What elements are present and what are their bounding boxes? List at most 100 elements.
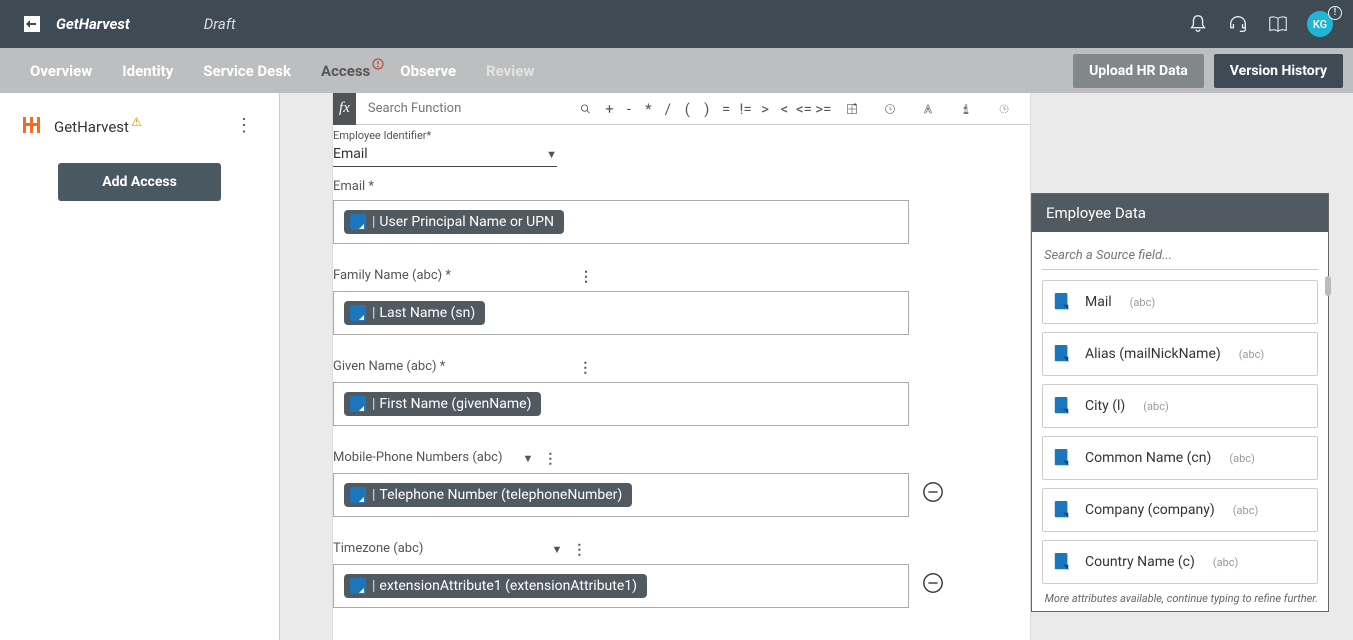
mobile-chip[interactable]: | Telephone Number (telephoneNumber): [344, 483, 632, 507]
source-item-type: (abc): [1239, 348, 1265, 361]
mobile-label: Mobile-Phone Numbers (abc): [333, 450, 502, 465]
field-given-name: Given Name (abc) * ⋮ | First Name (given…: [333, 359, 953, 450]
source-item-label: Common Name (cn): [1085, 450, 1211, 466]
op-plus[interactable]: +: [601, 93, 618, 125]
source-item-mail[interactable]: Mail (abc): [1042, 280, 1318, 324]
source-item-type: (abc): [1130, 296, 1156, 309]
field-menu-icon[interactable]: ⋮: [572, 542, 586, 558]
op-gte[interactable]: >=: [815, 93, 832, 125]
user-avatar[interactable]: KG !: [1307, 11, 1333, 37]
source-item-country[interactable]: Country Name (c) (abc): [1042, 540, 1318, 584]
add-access-button[interactable]: Add Access: [58, 163, 221, 201]
source-field-icon: [350, 487, 366, 503]
remove-icon[interactable]: [921, 480, 945, 504]
app-header: GetHarvest Draft KG !: [0, 0, 1353, 48]
field-menu-icon[interactable]: ⋮: [578, 360, 592, 376]
avatar-alert-badge: !: [1328, 6, 1342, 20]
source-item-type: (abc): [1143, 400, 1169, 413]
back-icon[interactable]: [20, 12, 44, 36]
search-icon[interactable]: [580, 99, 591, 119]
avatar-initials: KG: [1313, 18, 1327, 31]
font-icon[interactable]: [922, 98, 934, 120]
tab-service-desk[interactable]: Service Desk: [203, 62, 291, 80]
upload-hr-data-button[interactable]: Upload HR Data: [1073, 54, 1204, 88]
field-menu-icon[interactable]: ⋮: [579, 269, 593, 285]
sidebar-warning-icon: ⚠: [131, 115, 142, 129]
sidebar: GetHarvest⚠ ⋮ Add Access: [0, 93, 280, 640]
tab-observe[interactable]: Observe: [400, 62, 456, 80]
scrollbar-thumb[interactable]: [1325, 276, 1331, 296]
source-item-type: (abc): [1213, 556, 1239, 569]
tz-input[interactable]: | extensionAttribute1 (extensionAttribut…: [333, 564, 909, 608]
field-timezone: Timezone (abc) ▼ ⋮ | extensionAttribute1…: [333, 541, 953, 632]
source-field-icon: [1053, 499, 1071, 521]
search-function-input[interactable]: [358, 94, 578, 124]
tab-overview[interactable]: Overview: [30, 62, 92, 80]
op-multiply[interactable]: *: [640, 93, 657, 125]
op-close-paren[interactable]: ): [698, 93, 715, 125]
family-chip[interactable]: | Last Name (sn): [344, 301, 485, 325]
source-item-company[interactable]: Company (company) (abc): [1042, 488, 1318, 532]
given-chip[interactable]: | First Name (givenName): [344, 392, 541, 416]
emp-id-select[interactable]: Email ▼: [333, 142, 557, 167]
version-history-button[interactable]: Version History: [1214, 54, 1343, 88]
op-lt[interactable]: <: [776, 93, 793, 125]
field-employee-identifier: Employee Identifier* Email ▼: [333, 129, 953, 179]
op-lte[interactable]: <=: [795, 93, 812, 125]
field-menu-icon[interactable]: ⋮: [543, 451, 557, 467]
source-field-icon: [350, 305, 366, 321]
email-input[interactable]: | User Principal Name or UPN: [333, 200, 909, 244]
source-item-type: (abc): [1233, 504, 1259, 517]
more-attributes-hint: More attributes available, continue typi…: [1032, 588, 1328, 611]
source-item-alias[interactable]: Alias (mailNickName) (abc): [1042, 332, 1318, 376]
family-input[interactable]: | Last Name (sn): [333, 291, 909, 335]
op-divide[interactable]: /: [659, 93, 676, 125]
op-open-paren[interactable]: (: [679, 93, 696, 125]
chevron-down-icon[interactable]: ▼: [551, 543, 562, 556]
clock-icon[interactable]: [884, 98, 896, 120]
gear-clock-icon[interactable]: [998, 98, 1010, 120]
sidebar-app-item[interactable]: GetHarvest⚠ ⋮: [0, 107, 279, 143]
warning-icon: [372, 58, 384, 74]
source-field-icon: [350, 396, 366, 412]
tab-access[interactable]: Access: [321, 62, 370, 80]
source-item-label: Company (company): [1085, 502, 1215, 518]
harvest-logo-icon: [20, 113, 44, 137]
tab-identity[interactable]: Identity: [122, 62, 173, 80]
remove-icon[interactable]: [921, 571, 945, 595]
email-chip[interactable]: | User Principal Name or UPN: [344, 210, 564, 234]
chevron-down-icon: ▼: [546, 148, 557, 161]
field-mobile: Mobile-Phone Numbers (abc) ▼ ⋮ | Telepho…: [333, 450, 953, 541]
chevron-down-icon[interactable]: ▼: [522, 452, 533, 465]
source-item-cn[interactable]: Common Name (cn) (abc): [1042, 436, 1318, 480]
source-field-icon: [1053, 551, 1071, 573]
given-input[interactable]: | First Name (givenName): [333, 382, 909, 426]
tz-chip-label: extensionAttribute1 (extensionAttribute1…: [379, 578, 637, 594]
tz-chip[interactable]: | extensionAttribute1 (extensionAttribut…: [344, 574, 647, 598]
op-not-equals[interactable]: !=: [737, 93, 754, 125]
source-field-icon: [350, 578, 366, 594]
field-email: Email * | User Principal Name or UPN: [333, 179, 953, 268]
kebab-menu-icon[interactable]: ⋮: [229, 115, 259, 136]
source-item-type: (abc): [1229, 452, 1255, 465]
op-minus[interactable]: -: [620, 93, 637, 125]
email-chip-label: User Principal Name or UPN: [379, 214, 554, 230]
headset-icon[interactable]: [1227, 13, 1249, 35]
field-family-name: Family Name (abc) * ⋮ | Last Name (sn): [333, 268, 953, 359]
info-icon[interactable]: [960, 98, 972, 120]
family-chip-label: Last Name (sn): [379, 305, 475, 321]
source-field-icon: [1053, 447, 1071, 469]
given-label: Given Name (abc) *: [333, 359, 445, 374]
source-item-city[interactable]: City (l) (abc): [1042, 384, 1318, 428]
source-field-icon: [1053, 395, 1071, 417]
book-icon[interactable]: [1267, 13, 1289, 35]
grid-icon[interactable]: [846, 98, 858, 120]
source-item-label: Country Name (c): [1085, 554, 1195, 570]
bell-icon[interactable]: [1187, 13, 1209, 35]
op-equals[interactable]: =: [717, 93, 734, 125]
source-field-search-input[interactable]: [1042, 242, 1318, 270]
mobile-input[interactable]: | Telephone Number (telephoneNumber): [333, 473, 909, 517]
emp-id-label: Employee Identifier*: [333, 129, 953, 142]
tab-bar: Overview Identity Service Desk Access Ob…: [0, 48, 1353, 93]
op-gt[interactable]: >: [756, 93, 773, 125]
